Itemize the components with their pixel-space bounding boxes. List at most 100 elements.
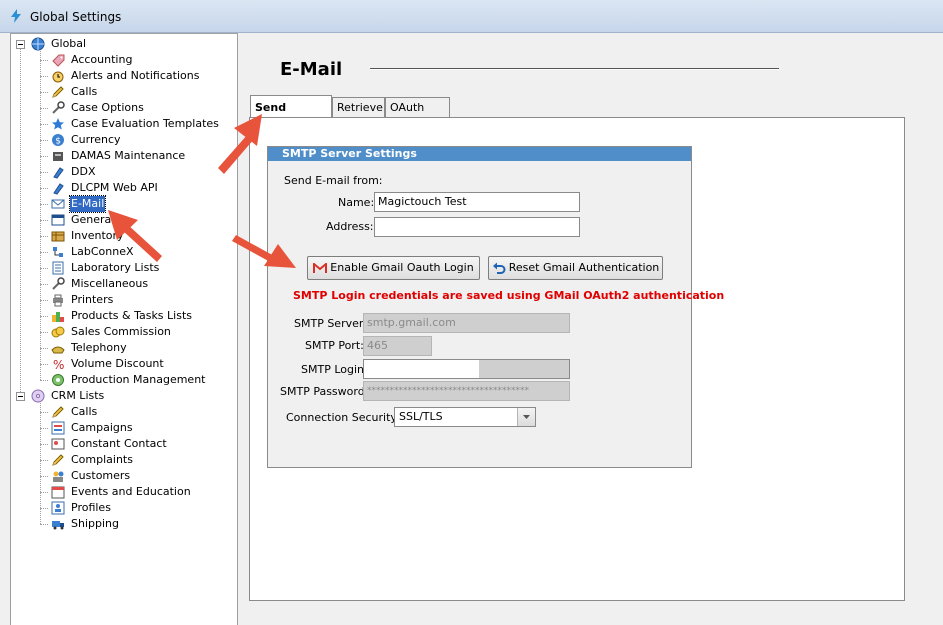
tree-item-label: Shipping <box>71 517 119 530</box>
tab-oauth[interactable]: OAuth 2.0 <box>385 97 450 134</box>
tree-item-label: Customers <box>71 469 131 482</box>
tree-connector <box>40 140 48 141</box>
tab-send-smtp[interactable]: Send (SMTP) <box>250 95 332 138</box>
tree-item-label: General <box>71 213 115 226</box>
tree-connector <box>40 60 48 61</box>
list-icon <box>52 261 64 275</box>
tree-connector <box>40 508 48 509</box>
tools-icon <box>52 277 65 290</box>
tab-content: SMTP Server Settings Send E-mail from: N… <box>249 117 905 601</box>
tree-connector <box>40 284 48 285</box>
tree-item-label: Volume Discount <box>71 357 164 370</box>
tree-connector <box>40 76 48 77</box>
dropdown-arrow-icon[interactable] <box>517 408 535 426</box>
globe-icon <box>31 37 45 51</box>
tree-connector <box>40 220 48 221</box>
tree-connector <box>40 124 48 125</box>
tree-connector <box>40 108 48 109</box>
smtp-login-field[interactable] <box>363 359 570 379</box>
tree-item-label: Global <box>51 37 87 50</box>
tree-item-label: Constant Contact <box>71 437 167 450</box>
contact-icon <box>51 438 65 450</box>
tree-connector <box>40 204 48 205</box>
pencil-icon <box>52 406 64 418</box>
smtp-server-field[interactable]: smtp.gmail.com <box>363 313 570 333</box>
tree-connector <box>20 49 21 392</box>
address-label: Address: <box>326 220 374 233</box>
smtp-password-label: SMTP Password: <box>280 385 369 398</box>
tree-item-label: Calls <box>71 405 98 418</box>
send-from-label: Send E-mail from: <box>284 174 383 187</box>
tag-icon <box>52 54 65 67</box>
tab-retrieve[interactable]: Retrieve <box>332 97 385 117</box>
printer-icon <box>53 294 63 307</box>
tree-item-label: LabConneX <box>71 245 134 258</box>
svg-text:%: % <box>53 358 64 371</box>
tree-item-label: Currency <box>71 133 121 146</box>
tree-item-label: Case Options <box>71 101 144 114</box>
tree-connector <box>40 268 48 269</box>
name-label: Name: <box>338 196 375 209</box>
alarm-clock-icon <box>52 71 64 83</box>
pencil-icon <box>52 86 64 98</box>
smtp-password-field[interactable]: ************************************ <box>363 381 570 401</box>
coins-icon <box>51 326 65 338</box>
tree-item-label: Case Evaluation Templates <box>71 117 219 130</box>
customers-icon <box>53 471 64 482</box>
tree-connector <box>40 428 48 429</box>
tree-connector <box>40 332 48 333</box>
connection-security-select[interactable]: SSL/TLS <box>394 407 536 427</box>
dollar-icon: $ <box>52 134 64 147</box>
star-icon <box>52 118 64 130</box>
tree-item-label: Campaigns <box>71 421 133 434</box>
tree-item-label: Sales Commission <box>71 325 171 338</box>
tree-connector <box>40 348 48 349</box>
tree-item-label: Production Management <box>71 373 206 386</box>
address-field[interactable] <box>374 217 580 237</box>
enable-gmail-label: Enable Gmail Oauth Login <box>330 261 474 274</box>
tree-connector <box>40 492 48 493</box>
smtp-port-field[interactable]: 465 <box>363 336 432 356</box>
tree-item-label: DLCPM Web API <box>71 181 158 194</box>
tree-item-label: E-Mail <box>68 195 107 213</box>
network-icon <box>53 247 63 257</box>
phone-icon <box>51 346 65 354</box>
tree-item-label: DDX <box>71 165 96 178</box>
calendar-icon <box>51 486 65 499</box>
connection-security-value: SSL/TLS <box>399 410 443 423</box>
tree-item-label: Products & Tasks Lists <box>71 309 192 322</box>
smtp-server-label: SMTP Server: <box>294 317 367 330</box>
collapse-crm-toggle[interactable] <box>16 392 25 401</box>
tree-item-label: Events and Education <box>71 485 191 498</box>
tree-item-label: DAMAS Maintenance <box>71 149 186 162</box>
profile-icon <box>51 501 65 515</box>
cd-icon <box>31 389 45 403</box>
app-logo-icon <box>11 9 21 23</box>
window-title: Global Settings <box>30 10 122 24</box>
group-title: SMTP Server Settings <box>268 147 691 161</box>
paint-icon <box>53 183 64 195</box>
settings-tree[interactable]: Global Accounting Alerts and Notifications… <box>10 33 238 625</box>
tree-connector <box>40 300 48 301</box>
tree-item-label: Complaints <box>71 453 133 466</box>
svg-text:$: $ <box>55 137 61 147</box>
collapse-global-toggle[interactable] <box>16 40 25 49</box>
smtp-settings-group: SMTP Server Settings Send E-mail from: N… <box>267 146 724 468</box>
connection-security-label: Connection Security: <box>286 411 400 424</box>
title-divider <box>370 68 779 70</box>
tree-item-label: Laboratory Lists <box>71 261 160 274</box>
tree-connector <box>40 524 48 525</box>
percent-icon: % <box>53 358 64 371</box>
paint-icon <box>53 167 64 179</box>
tree-connector <box>40 92 48 93</box>
tree-connector <box>40 460 48 461</box>
enable-gmail-oauth-button[interactable]: Enable Gmail Oauth Login <box>307 256 480 280</box>
tree-item-label: Inventory <box>71 229 124 242</box>
name-field[interactable]: Magictouch Test <box>374 192 580 212</box>
tree-connector <box>40 476 48 477</box>
oauth-warning-text: SMTP Login credentials are saved using G… <box>293 289 725 302</box>
window-titlebar: Global Settings <box>0 0 943 33</box>
reset-gmail-auth-button[interactable]: Reset Gmail Authentication <box>488 256 663 280</box>
tools-icon <box>52 101 65 114</box>
inventory-icon <box>51 231 65 242</box>
